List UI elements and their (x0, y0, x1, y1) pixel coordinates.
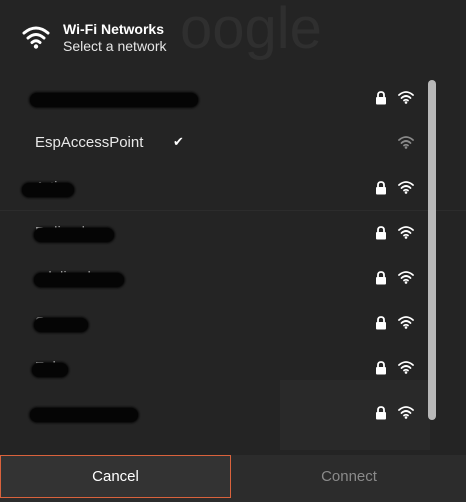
lock-icon (376, 181, 386, 195)
check-icon: ✔ (173, 134, 184, 149)
wifi-signal-icon (398, 406, 414, 419)
cancel-button[interactable]: Cancel (0, 455, 231, 498)
lock-icon (376, 406, 386, 420)
dialog-header: Wi-Fi Networks Select a network (0, 0, 466, 64)
redaction-mark (34, 228, 114, 242)
wifi-signal-icon (398, 271, 414, 284)
redaction-mark (30, 93, 198, 107)
network-row[interactable]: Zel (0, 346, 426, 391)
dialog-title: Wi-Fi Networks (63, 21, 164, 37)
scrollbar[interactable] (428, 80, 436, 420)
lock-icon (376, 271, 386, 285)
lock-icon (376, 91, 386, 105)
wifi-icon (22, 26, 50, 49)
lock-icon (376, 361, 386, 375)
dialog-subtitle: Select a network (63, 38, 167, 54)
network-name: EspAccessPoint (35, 134, 144, 151)
wifi-dialog: oogle Wi-Fi Networks Select a network Es… (0, 0, 466, 502)
network-row[interactable]: Sury (0, 301, 426, 346)
network-row[interactable] (0, 76, 426, 121)
network-row[interactable]: Arti (0, 166, 426, 211)
redaction-mark (34, 318, 88, 332)
wifi-signal-icon (398, 136, 414, 149)
wifi-signal-icon (398, 316, 414, 329)
redaction-mark (22, 183, 74, 197)
wifi-signal-icon (398, 226, 414, 239)
network-row[interactable]: EspAccessPoint ✔ (0, 121, 426, 166)
lock-icon (376, 316, 386, 330)
lock-icon (376, 226, 386, 240)
redaction-mark (30, 408, 138, 422)
wifi-signal-icon (398, 361, 414, 374)
dialog-footer: Cancel Connect (0, 455, 466, 502)
wifi-signal-icon (398, 91, 414, 104)
redaction-mark (34, 273, 124, 287)
wifi-signal-icon (398, 181, 414, 194)
connect-button[interactable]: Connect (232, 455, 466, 498)
network-row[interactable]: Dalivada (0, 211, 426, 256)
network-row[interactable] (0, 391, 426, 436)
network-list: EspAccessPoint ✔ ArtiDalivadaadalivadaSury… (0, 76, 426, 446)
network-row[interactable]: adalivada (0, 256, 426, 301)
redaction-mark (32, 363, 68, 377)
